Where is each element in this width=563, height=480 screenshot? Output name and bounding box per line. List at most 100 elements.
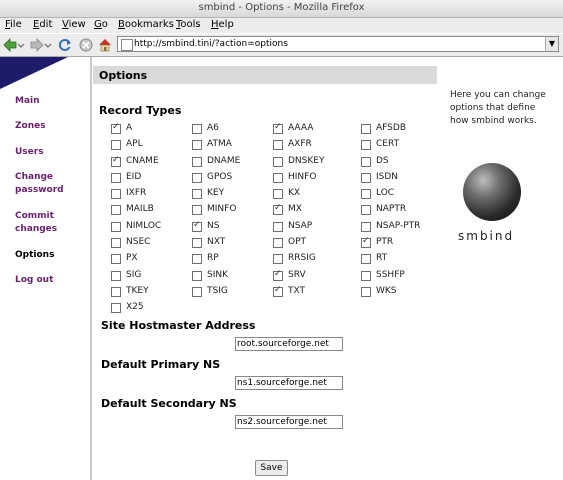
record-type-checkbox[interactable] <box>111 254 121 265</box>
record-type-checkbox[interactable] <box>111 270 121 281</box>
record-type-checkbox[interactable] <box>361 221 371 232</box>
record-type-checkbox[interactable] <box>361 286 371 297</box>
record-type-checkbox[interactable] <box>192 156 202 167</box>
page-favicon-icon <box>121 39 133 51</box>
menu-view[interactable]: View <box>62 19 86 30</box>
secondary-ns-field[interactable] <box>235 415 343 429</box>
sidebar-item-zones[interactable]: Zones <box>15 120 46 133</box>
menu-help[interactable]: Help <box>211 19 234 30</box>
record-type-checkbox[interactable] <box>273 189 283 200</box>
record-type-checkbox[interactable] <box>192 140 202 151</box>
record-type-txt: TXT <box>273 285 361 301</box>
record-type-checkbox[interactable] <box>192 254 202 265</box>
primary-ns-field[interactable] <box>235 376 343 390</box>
record-type-checkbox[interactable] <box>111 238 121 249</box>
menu-go[interactable]: Go <box>94 19 108 30</box>
record-type-checkbox[interactable] <box>361 205 371 216</box>
back-history-chevron-icon[interactable] <box>17 37 25 53</box>
secondary-ns-label: Default Secondary NS <box>101 397 237 410</box>
record-type-checkbox[interactable] <box>273 122 283 134</box>
record-type-checkbox[interactable] <box>111 140 121 151</box>
url-history-dropdown-icon[interactable]: ▼ <box>545 37 558 51</box>
sidebar-item-change-password[interactable]: Change password <box>15 171 64 197</box>
record-type-checkbox[interactable] <box>192 172 202 183</box>
home-icon[interactable] <box>97 37 113 53</box>
record-type-checkbox[interactable] <box>361 236 371 249</box>
record-type-checkbox[interactable] <box>361 156 371 167</box>
record-type-checkbox[interactable] <box>273 238 283 249</box>
record-type-label: SSHFP <box>376 269 405 280</box>
record-type-checkbox[interactable] <box>273 172 283 183</box>
url-bar[interactable]: ▼ <box>117 36 559 52</box>
stop-icon[interactable] <box>78 37 94 53</box>
menu-edit[interactable]: Edit <box>33 19 52 30</box>
record-type-label: ATMA <box>207 139 232 150</box>
record-type-checkbox[interactable] <box>111 286 121 297</box>
reload-icon[interactable] <box>57 37 73 53</box>
sidebar-item-users[interactable]: Users <box>15 146 44 159</box>
sidebar-item-log-out[interactable]: Log out <box>15 274 53 287</box>
record-type-label: SINK <box>207 269 229 280</box>
record-type-checkbox[interactable] <box>111 155 121 167</box>
record-type-checkbox[interactable] <box>273 140 283 151</box>
record-type-checkbox[interactable] <box>111 303 121 314</box>
page-content: Main Zones Users Change password Commit change… <box>0 57 563 480</box>
record-type-checkbox[interactable] <box>273 221 283 232</box>
record-type-axfr: AXFR <box>273 138 361 154</box>
record-type-checkbox[interactable] <box>111 221 121 232</box>
record-type-label: NXT <box>207 237 226 248</box>
record-type-nsec: NSEC <box>111 236 192 252</box>
brand-name: smbind <box>458 229 515 243</box>
forward-history-chevron-icon[interactable] <box>44 37 52 53</box>
record-type-label: NSEC <box>126 237 151 248</box>
url-input[interactable] <box>134 38 544 50</box>
record-type-rp: RP <box>192 252 273 268</box>
record-type-label: TKEY <box>126 285 149 296</box>
record-type-checkbox[interactable] <box>192 286 202 297</box>
record-type-checkbox[interactable] <box>192 205 202 216</box>
record-type-checkbox[interactable] <box>111 189 121 200</box>
sidebar-item-label: changes <box>15 224 58 234</box>
record-type-label: X25 <box>126 302 144 313</box>
back-icon[interactable] <box>2 37 18 53</box>
record-type-cname: CNAME <box>111 155 192 171</box>
record-type-checkbox[interactable] <box>192 238 202 249</box>
record-type-label: AXFR <box>288 139 312 150</box>
record-type-checkbox[interactable] <box>273 269 283 281</box>
record-type-checkbox[interactable] <box>273 203 283 216</box>
sidebar-item-options[interactable]: Options <box>15 249 54 262</box>
record-type-checkbox[interactable] <box>192 220 202 232</box>
hostmaster-label: Site Hostmaster Address <box>101 319 256 332</box>
record-type-checkbox[interactable] <box>273 156 283 167</box>
record-type-label: RRSIG <box>288 253 316 264</box>
sidebar-header-graphic <box>0 57 68 89</box>
record-type-checkbox[interactable] <box>111 205 121 216</box>
record-type-checkbox[interactable] <box>361 270 371 281</box>
record-type-checkbox[interactable] <box>111 172 121 183</box>
menu-file[interactable]: File <box>5 19 22 30</box>
record-type-checkbox[interactable] <box>361 140 371 151</box>
record-type-checkbox[interactable] <box>273 254 283 265</box>
menu-tools[interactable]: Tools <box>176 19 201 30</box>
forward-icon[interactable] <box>29 37 45 53</box>
record-type-label: SIG <box>126 269 142 280</box>
sidebar-item-commit-changes[interactable]: Commit changes <box>15 210 57 236</box>
record-type-checkbox[interactable] <box>273 285 283 297</box>
record-type-label: TSIG <box>207 285 228 296</box>
record-type-checkbox[interactable] <box>361 254 371 265</box>
record-type-atma: ATMA <box>192 138 273 154</box>
record-type-checkbox[interactable] <box>361 189 371 200</box>
menu-bookmarks[interactable]: Bookmarks <box>118 19 174 30</box>
record-type-checkbox[interactable] <box>361 172 371 183</box>
sidebar-item-main[interactable]: Main <box>15 95 40 108</box>
record-type-checkbox[interactable] <box>361 124 371 134</box>
record-type-opt: OPT <box>273 236 361 252</box>
record-type-checkbox[interactable] <box>192 189 202 200</box>
record-type-label: MAILB <box>126 204 154 215</box>
record-type-checkbox[interactable] <box>192 124 202 134</box>
record-type-checkbox[interactable] <box>111 122 121 134</box>
save-button[interactable]: Save <box>255 460 288 476</box>
record-type-checkbox[interactable] <box>192 270 202 281</box>
hostmaster-field[interactable] <box>235 337 343 351</box>
record-type-ptr: PTR <box>361 236 451 252</box>
